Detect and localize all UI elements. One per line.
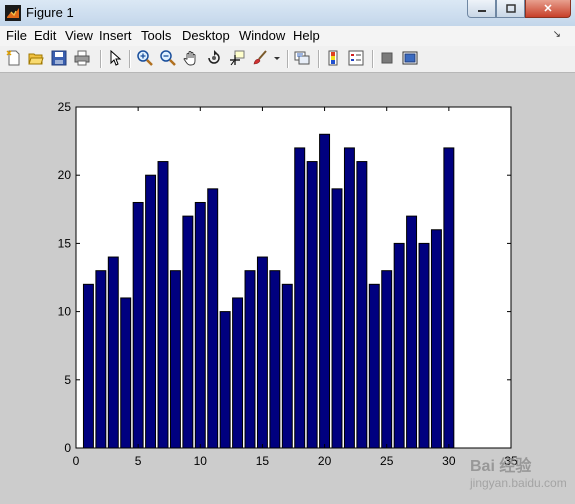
menu-insert[interactable]: Insert — [99, 28, 132, 43]
x-tick-label: 15 — [256, 454, 270, 468]
watermark-url: jingyan.baidu.com — [470, 476, 567, 490]
bar — [343, 147, 355, 449]
x-tick-label: 0 — [73, 454, 80, 468]
y-tick-label: 25 — [58, 100, 72, 114]
menu-view[interactable]: View — [65, 28, 93, 43]
bar — [194, 201, 206, 449]
menu-tools[interactable]: Tools — [141, 28, 171, 43]
zoom-out-icon[interactable] — [159, 49, 177, 67]
close-button[interactable]: ✕ — [525, 0, 571, 18]
bar-chart: 0 5 10 15 20 25 30 35 0510152025 — [58, 100, 518, 468]
menu-window[interactable]: Window — [239, 28, 285, 43]
bar — [331, 188, 343, 449]
bar — [207, 188, 219, 449]
pan-icon[interactable] — [182, 49, 200, 67]
brush-dropdown-icon[interactable] — [272, 49, 282, 67]
watermark-brand: Bai 经验 — [470, 458, 532, 475]
y-tick-label: 0 — [64, 441, 71, 455]
bar — [145, 174, 157, 449]
show-plot-tools-icon[interactable] — [401, 49, 419, 67]
bar — [232, 297, 244, 449]
data-cursor-icon[interactable] — [228, 49, 246, 67]
maximize-button[interactable] — [496, 0, 525, 18]
new-figure-icon[interactable] — [5, 49, 23, 67]
bar — [306, 161, 318, 449]
zoom-in-icon[interactable] — [136, 49, 154, 67]
bar — [157, 161, 169, 449]
toolbar-separator — [287, 50, 289, 68]
bar — [244, 270, 256, 449]
bar — [381, 270, 393, 449]
bar — [443, 147, 455, 449]
toolbar — [0, 46, 575, 73]
dock-arrow-icon[interactable]: ↘ — [553, 29, 561, 40]
toolbar-separator — [129, 50, 131, 68]
x-tick-label: 25 — [380, 454, 394, 468]
bar — [356, 161, 368, 449]
toolbar-separator — [318, 50, 320, 68]
x-tick-label: 30 — [442, 454, 456, 468]
y-tick-label: 10 — [58, 305, 72, 319]
menu-bar: File Edit View Insert Tools Desktop Wind… — [0, 26, 575, 46]
colorbar-icon[interactable] — [324, 49, 342, 67]
print-icon[interactable] — [73, 49, 91, 67]
hide-plot-tools-icon[interactable] — [378, 49, 396, 67]
menu-edit[interactable]: Edit — [34, 28, 56, 43]
bar — [182, 215, 194, 449]
x-tick-label: 5 — [135, 454, 142, 468]
link-plot-icon[interactable] — [293, 49, 311, 67]
y-tick-label: 5 — [64, 373, 71, 387]
close-icon: ✕ — [543, 3, 553, 15]
bar — [95, 270, 107, 449]
bar — [120, 297, 132, 449]
maximize-icon — [505, 4, 516, 13]
bar — [393, 242, 405, 449]
bar — [269, 270, 281, 449]
menu-help[interactable]: Help — [293, 28, 320, 43]
pointer-icon[interactable] — [106, 49, 124, 67]
menu-file[interactable]: File — [6, 28, 27, 43]
matlab-icon — [5, 5, 21, 21]
menu-desktop[interactable]: Desktop — [182, 28, 230, 43]
minimize-button[interactable] — [467, 0, 496, 18]
bar — [430, 229, 442, 449]
bar — [219, 311, 231, 449]
toolbar-separator — [372, 50, 374, 68]
watermark: Bai 经验 jingyan.baidu.com — [470, 452, 567, 490]
figure-canvas: 0 5 10 15 20 25 30 35 0 5 10 15 20 25 — [0, 73, 575, 501]
open-file-icon[interactable] — [27, 49, 45, 67]
minimize-icon — [477, 9, 486, 12]
bar — [132, 201, 144, 449]
bar — [169, 270, 181, 449]
window-controls: ✕ — [467, 0, 571, 18]
bar — [319, 133, 331, 449]
x-tick-label: 20 — [318, 454, 332, 468]
save-icon[interactable] — [50, 49, 68, 67]
bar — [368, 283, 380, 449]
brush-icon[interactable] — [251, 49, 269, 67]
x-tick-label: 10 — [194, 454, 208, 468]
bar — [107, 256, 119, 449]
rotate-3d-icon[interactable] — [205, 49, 223, 67]
bar — [281, 283, 293, 449]
window-title: Figure 1 — [26, 5, 74, 20]
y-tick-label: 15 — [58, 236, 72, 250]
bar — [294, 147, 306, 449]
bar — [256, 256, 268, 449]
title-bar: Figure 1 ✕ — [0, 0, 575, 27]
y-tick-label: 20 — [58, 168, 72, 182]
bar — [418, 242, 430, 449]
bar — [82, 283, 94, 449]
toolbar-separator — [100, 50, 102, 68]
bar — [406, 215, 418, 449]
legend-icon[interactable] — [347, 49, 365, 67]
